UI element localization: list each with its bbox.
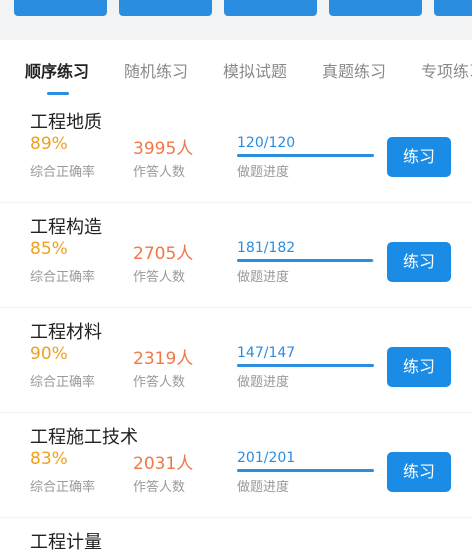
progress-bar: [237, 364, 374, 367]
accuracy-label: 综合正确率: [30, 480, 96, 495]
top-button-5[interactable]: [434, 0, 472, 16]
progress-fill: [237, 259, 374, 262]
answer-count-value: 3995人: [133, 139, 194, 159]
answer-count-value: 2319人: [133, 349, 194, 369]
top-button-2[interactable]: [119, 0, 212, 16]
tab-sequential[interactable]: 顺序练习: [25, 58, 89, 82]
subject-list: 工程地质 89% 综合正确率 3995人 作答人数 120/120 做题进度 练…: [0, 98, 472, 558]
tab-random[interactable]: 随机练习: [124, 58, 188, 82]
tab-past-exam[interactable]: 真题练习: [322, 58, 386, 82]
top-button-row: [0, 0, 472, 36]
subject-item: 工程构造 85% 综合正确率 2705人 作答人数 181/182 做题进度 练…: [0, 203, 472, 307]
accuracy-label: 综合正确率: [30, 270, 96, 285]
accuracy-value: 85%: [30, 239, 68, 259]
subject-item: 工程地质 89% 综合正确率 3995人 作答人数 120/120 做题进度 练…: [0, 98, 472, 202]
accuracy-label: 综合正确率: [30, 165, 96, 180]
subject-item: 工程材料 90% 综合正确率 2319人 作答人数 147/147 做题进度 练…: [0, 308, 472, 412]
progress-value: 201/201: [237, 450, 296, 466]
top-button-3[interactable]: [224, 0, 317, 16]
subject-title: 工程地质: [30, 112, 102, 133]
accuracy-value: 83%: [30, 449, 68, 469]
progress-bar: [237, 469, 374, 472]
subject-title: 工程材料: [30, 322, 102, 343]
tab-special[interactable]: 专项练习: [421, 58, 472, 82]
progress-value: 120/120: [237, 135, 296, 151]
top-button-4[interactable]: [329, 0, 422, 16]
progress-bar: [237, 154, 374, 157]
practice-tab-bar: 顺序练习 随机练习 模拟试题 真题练习 专项练习: [0, 40, 472, 98]
accuracy-label: 综合正确率: [30, 375, 96, 390]
progress-fill: [237, 364, 374, 367]
accuracy-value: 90%: [30, 344, 68, 364]
subject-item: 工程施工技术 83% 综合正确率 2031人 作答人数 201/201 做题进度…: [0, 413, 472, 517]
progress-value: 147/147: [237, 345, 296, 361]
subject-title: 工程构造: [30, 217, 102, 238]
active-tab-indicator: [47, 92, 69, 95]
progress-label: 做题进度: [237, 480, 290, 495]
progress-bar: [237, 259, 374, 262]
answer-count-label: 作答人数: [133, 480, 186, 495]
progress-label: 做题进度: [237, 270, 290, 285]
subject-title: 工程计量: [30, 532, 102, 553]
subject-item: 工程计量: [0, 518, 472, 558]
progress-fill: [237, 154, 374, 157]
answer-count-label: 作答人数: [133, 165, 186, 180]
tab-mock-exam[interactable]: 模拟试题: [223, 58, 287, 82]
progress-label: 做题进度: [237, 165, 290, 180]
practice-button[interactable]: 练习: [387, 452, 451, 492]
top-button-1[interactable]: [14, 0, 107, 16]
answer-count-value: 2031人: [133, 454, 194, 474]
answer-count-value: 2705人: [133, 244, 194, 264]
answer-count-label: 作答人数: [133, 375, 186, 390]
practice-button[interactable]: 练习: [387, 242, 451, 282]
accuracy-value: 89%: [30, 134, 68, 154]
answer-count-label: 作答人数: [133, 270, 186, 285]
progress-label: 做题进度: [237, 375, 290, 390]
progress-fill: [237, 469, 374, 472]
practice-button[interactable]: 练习: [387, 137, 451, 177]
practice-button[interactable]: 练习: [387, 347, 451, 387]
subject-title: 工程施工技术: [30, 427, 138, 448]
progress-value: 181/182: [237, 240, 296, 256]
